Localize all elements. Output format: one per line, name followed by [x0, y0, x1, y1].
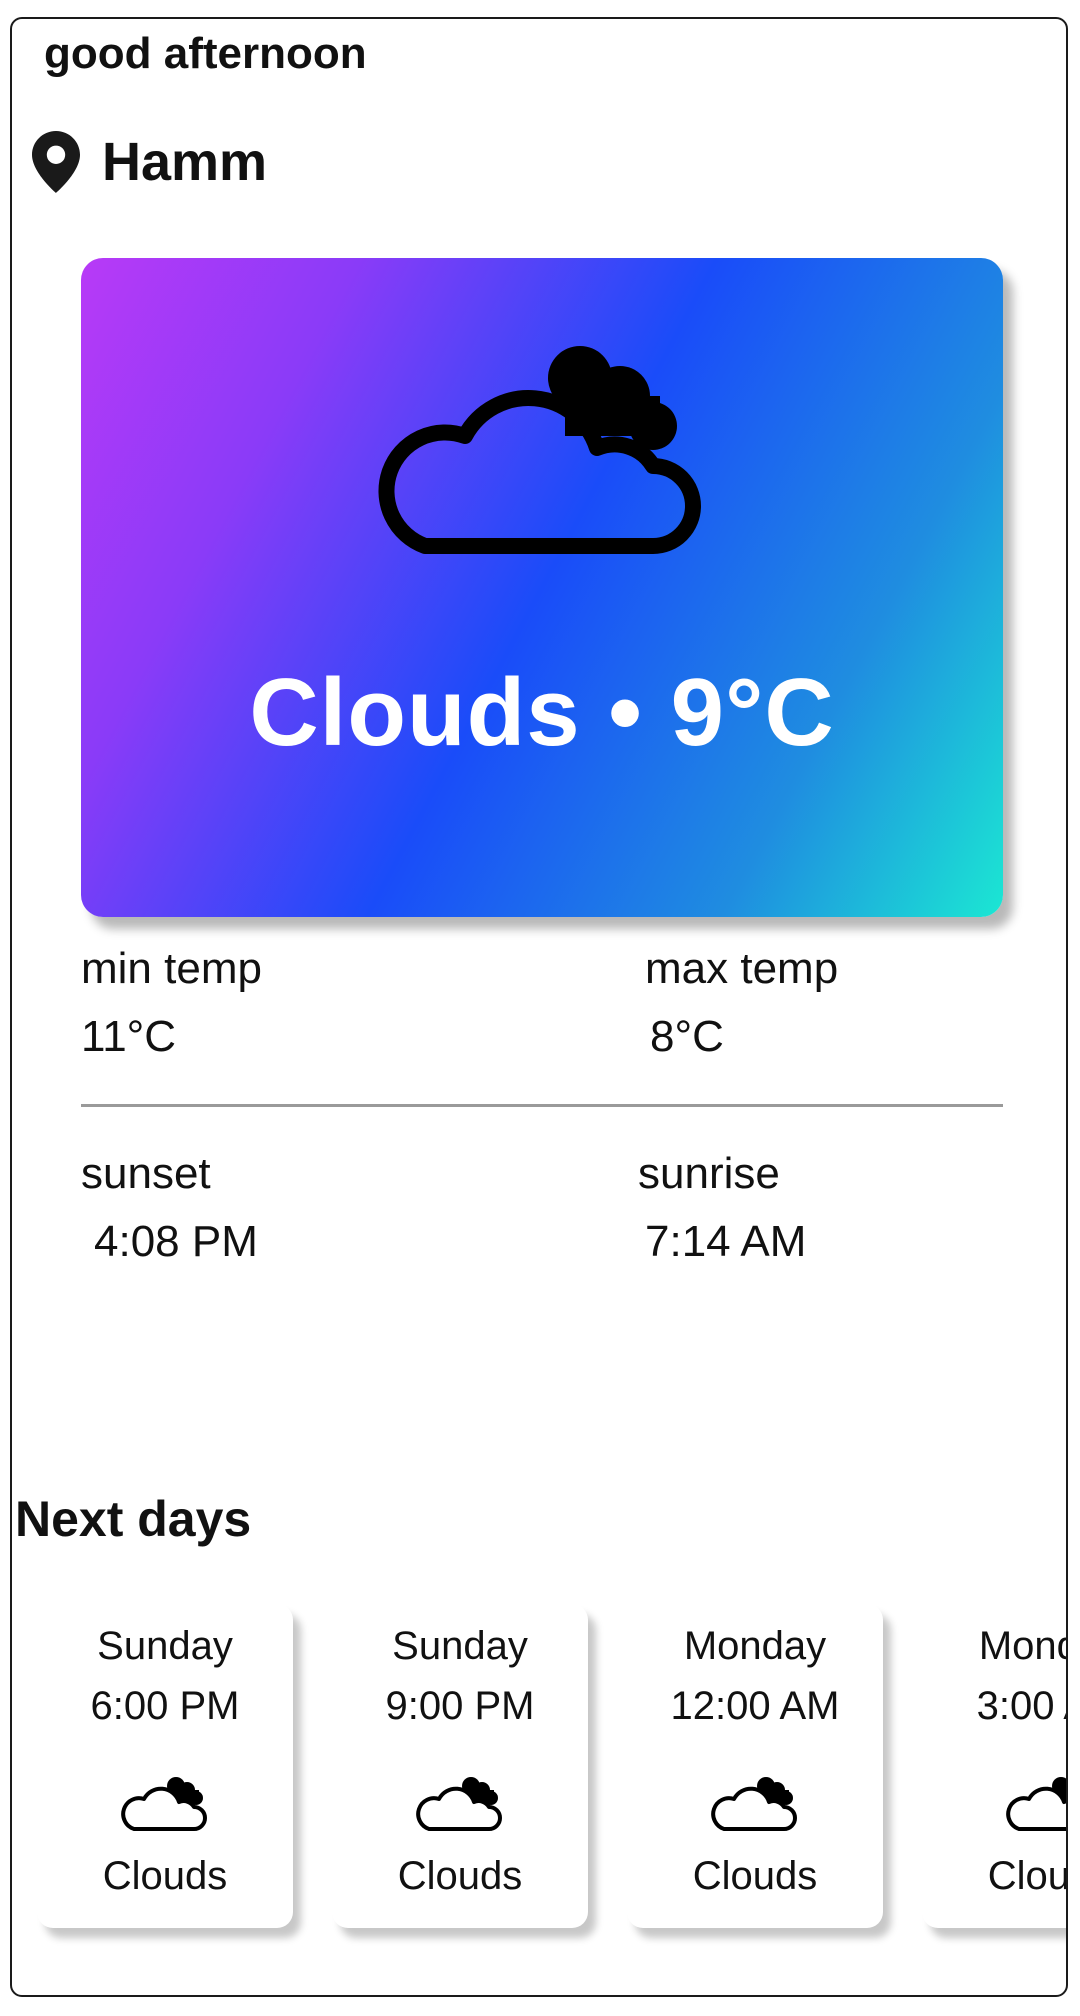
- greeting-text: good afternoon: [44, 29, 367, 78]
- current-weather-card: Clouds • 9°C: [81, 258, 1003, 917]
- sunrise-label: sunrise: [638, 1149, 780, 1198]
- sunrise-value: 7:14 AM: [645, 1217, 807, 1266]
- forecast-time: 9:00 PM: [385, 1684, 535, 1728]
- forecast-day: Sunday: [392, 1624, 528, 1668]
- forecast-condition: Clouds: [102, 1854, 228, 1898]
- current-weather-summary: Clouds • 9°C: [249, 659, 835, 766]
- forecast-list[interactable]: Sunday 6:00 PM Clouds Sunday 9:00 PM Clo…: [12, 1604, 1068, 1944]
- min-temp-value: 11°C: [81, 1012, 177, 1061]
- app-screen: good afternoon Hamm Clouds • 9°C min tem…: [10, 17, 1068, 1997]
- forecast-card[interactable]: Monday 3:00 AM Clouds: [922, 1604, 1068, 1928]
- forecast-condition: Clouds: [987, 1854, 1068, 1898]
- forecast-time: 12:00 AM: [670, 1684, 840, 1728]
- stats-divider: [81, 1104, 1003, 1107]
- sunset-value: 4:08 PM: [94, 1217, 258, 1266]
- forecast-card[interactable]: Monday 12:00 AM Clouds: [627, 1604, 883, 1928]
- clouds-icon: [711, 1777, 797, 1831]
- forecast-card[interactable]: Sunday 9:00 PM Clouds: [332, 1604, 588, 1928]
- next-days-heading: Next days: [15, 1491, 252, 1547]
- forecast-condition: Clouds: [397, 1854, 523, 1898]
- clouds-icon: [416, 1777, 502, 1831]
- max-temp-label: max temp: [645, 944, 839, 993]
- forecast-day: Monday: [683, 1624, 827, 1668]
- city-name: Hamm: [102, 132, 268, 192]
- forecast-card[interactable]: Sunday 6:00 PM Clouds: [37, 1604, 293, 1928]
- clouds-icon: [1006, 1777, 1066, 1831]
- sunset-label: sunset: [81, 1149, 211, 1198]
- location-row: Hamm: [32, 131, 267, 193]
- max-temp-value: 8°C: [650, 1012, 724, 1061]
- clouds-icon: [121, 1777, 207, 1831]
- location-pin-icon: [32, 131, 80, 193]
- min-temp-label: min temp: [81, 944, 262, 993]
- forecast-day: Sunday: [97, 1624, 233, 1668]
- forecast-day: Monday: [978, 1624, 1066, 1668]
- forecast-time: 6:00 PM: [90, 1684, 240, 1728]
- forecast-condition: Clouds: [692, 1854, 818, 1898]
- forecast-time: 3:00 AM: [976, 1684, 1066, 1728]
- clouds-icon: [378, 346, 701, 554]
